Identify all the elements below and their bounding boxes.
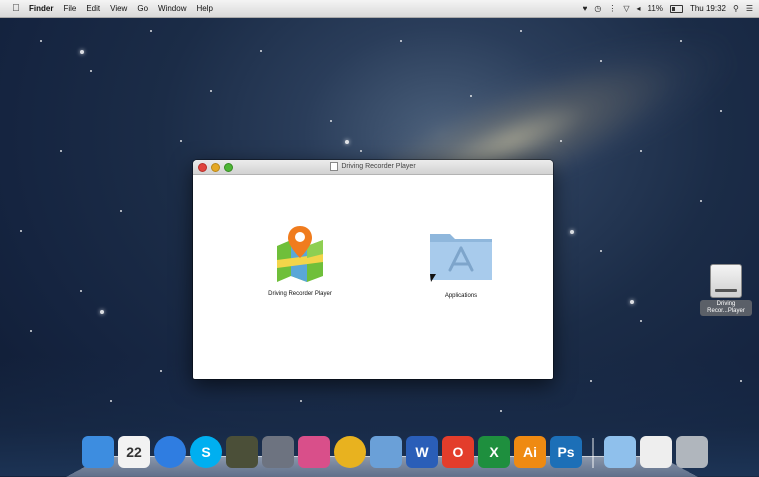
star bbox=[160, 370, 162, 372]
opera-icon[interactable]: O bbox=[442, 436, 474, 468]
menu-edit[interactable]: Edit bbox=[81, 0, 105, 17]
drive-icon bbox=[710, 264, 742, 298]
volume-icon[interactable]: ◂ bbox=[637, 4, 641, 13]
star bbox=[600, 250, 602, 252]
desktop-disk-image[interactable]: Driving Recor...Player bbox=[700, 264, 752, 316]
star bbox=[150, 30, 152, 32]
finder-icon[interactable] bbox=[82, 436, 114, 468]
disk-image-icon bbox=[330, 161, 339, 171]
excel-icon[interactable]: X bbox=[478, 436, 510, 468]
star bbox=[60, 150, 62, 152]
star bbox=[80, 290, 82, 292]
window-title: Driving Recorder Player bbox=[341, 163, 416, 170]
dock: 22 S W O X Ai Ps bbox=[82, 428, 708, 468]
app-item[interactable]: Driving Recorder Player bbox=[241, 224, 359, 297]
controller-icon[interactable] bbox=[262, 436, 294, 468]
heart-app-icon[interactable] bbox=[298, 436, 330, 468]
menu-window[interactable]: Window bbox=[153, 0, 191, 17]
applications-item-label: Applications bbox=[444, 293, 478, 299]
menu-help[interactable]: Help bbox=[191, 0, 217, 17]
calendar-icon[interactable]: 22 bbox=[118, 436, 150, 468]
star bbox=[590, 380, 592, 382]
map-app-icon bbox=[277, 226, 323, 282]
star bbox=[500, 410, 502, 412]
star bbox=[120, 210, 122, 212]
star bbox=[680, 40, 682, 42]
menu-bar:  Finder File Edit View Go Window Help ♥… bbox=[0, 0, 759, 18]
chrome-icon[interactable] bbox=[334, 436, 366, 468]
menu-finder[interactable]: Finder bbox=[24, 0, 58, 17]
illustrator-icon[interactable]: Ai bbox=[514, 436, 546, 468]
star bbox=[520, 30, 522, 32]
time-machine-icon[interactable]: ◷ bbox=[594, 4, 601, 13]
documents-folder-icon[interactable] bbox=[604, 436, 636, 468]
word-icon[interactable]: W bbox=[406, 436, 438, 468]
finder-window[interactable]: Driving Recorder Player Driving Recorder… bbox=[193, 160, 553, 379]
trash-icon[interactable] bbox=[676, 436, 708, 468]
star bbox=[740, 380, 742, 382]
star bbox=[210, 90, 212, 92]
applications-item[interactable]: Applications bbox=[413, 226, 509, 299]
window-title-wrap: Driving Recorder Player bbox=[193, 160, 553, 174]
star bbox=[330, 120, 332, 122]
star bbox=[720, 110, 722, 112]
star bbox=[110, 400, 112, 402]
app-item-label: Driving Recorder Player bbox=[268, 291, 332, 297]
star bbox=[360, 150, 362, 152]
preview-icon[interactable] bbox=[370, 436, 402, 468]
drive-label: Driving Recor...Player bbox=[700, 300, 752, 316]
star bbox=[400, 40, 402, 42]
applications-folder-icon bbox=[430, 234, 492, 282]
apple-icon[interactable]:  bbox=[8, 3, 24, 14]
star bbox=[20, 230, 22, 232]
star bbox=[600, 60, 602, 62]
drive-label-line2: Recor...Player bbox=[707, 308, 745, 314]
bluetooth-icon[interactable]: ⋮ bbox=[608, 4, 616, 13]
star bbox=[570, 230, 574, 234]
battery-icon[interactable] bbox=[669, 4, 683, 13]
star bbox=[700, 200, 702, 202]
star bbox=[180, 140, 182, 142]
menu-clock[interactable]: Thu 19:32 bbox=[690, 4, 726, 13]
star bbox=[470, 95, 472, 97]
document-icon[interactable] bbox=[640, 436, 672, 468]
menu-file[interactable]: File bbox=[58, 0, 81, 17]
star bbox=[100, 310, 104, 314]
photoshop-icon[interactable]: Ps bbox=[550, 436, 582, 468]
wifi-icon[interactable]: ▽ bbox=[623, 4, 629, 13]
notification-center-icon[interactable]: ☰ bbox=[746, 4, 753, 13]
status-menus: ♥ ◷ ⋮ ▽ ◂ 11% Thu 19:32 ⚲ ☰ bbox=[583, 0, 753, 17]
menu-view[interactable]: View bbox=[105, 0, 132, 17]
star bbox=[30, 330, 32, 332]
star bbox=[560, 140, 562, 142]
spotlight-icon[interactable]: ⚲ bbox=[733, 4, 739, 13]
dock-separator bbox=[592, 438, 594, 468]
menu-go[interactable]: Go bbox=[132, 0, 153, 17]
star bbox=[90, 70, 92, 72]
skype-icon[interactable]: S bbox=[190, 436, 222, 468]
star bbox=[640, 320, 642, 322]
drive-label-line1: Driving bbox=[716, 301, 736, 307]
star bbox=[80, 50, 84, 54]
app-store-icon[interactable] bbox=[154, 436, 186, 468]
game-icon[interactable] bbox=[226, 436, 258, 468]
star bbox=[630, 300, 634, 304]
battery-percent[interactable]: 11% bbox=[648, 4, 663, 13]
window-titlebar[interactable]: Driving Recorder Player bbox=[193, 160, 553, 175]
star bbox=[260, 50, 262, 52]
star bbox=[300, 400, 302, 402]
heart-status-icon[interactable]: ♥ bbox=[583, 4, 588, 13]
star bbox=[40, 40, 42, 42]
star bbox=[345, 140, 349, 144]
star bbox=[640, 150, 642, 152]
